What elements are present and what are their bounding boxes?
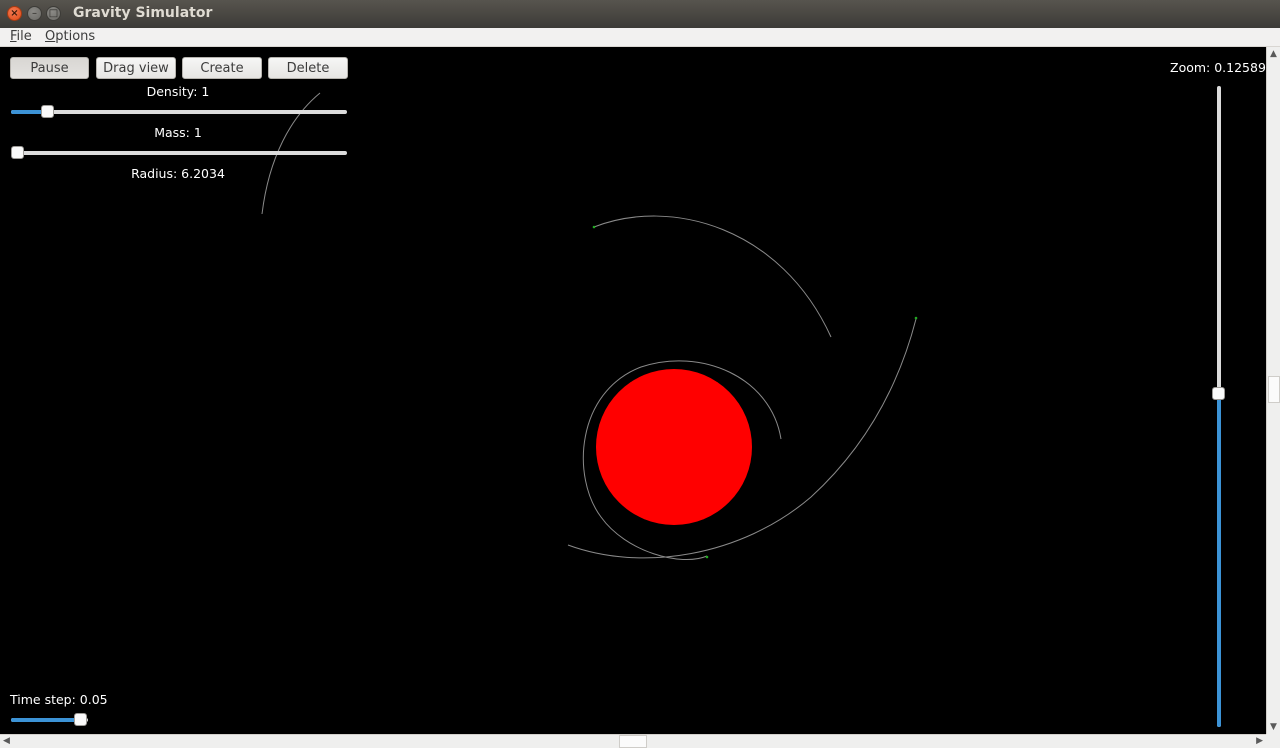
density-slider-track xyxy=(11,110,347,114)
menu-options[interactable]: Options xyxy=(45,29,95,44)
close-window-button[interactable]: × xyxy=(7,6,22,21)
satellite-body[interactable] xyxy=(592,225,596,229)
minimize-window-button[interactable]: – xyxy=(27,6,42,21)
time-step-slider[interactable] xyxy=(11,713,88,727)
density-slider[interactable] xyxy=(11,105,347,119)
window-title: Gravity Simulator xyxy=(73,5,213,21)
density-label: Density: 1 xyxy=(146,84,210,99)
up-arrow-icon[interactable]: ▲ xyxy=(1270,49,1277,59)
maximize-window-button[interactable]: □ xyxy=(46,6,61,21)
orbit-trail-upper-arc xyxy=(593,215,832,338)
menu-options-label: ptions xyxy=(55,29,96,44)
scroll-corner xyxy=(1266,734,1280,748)
time-step-label: Time step: 0.05 xyxy=(10,692,108,707)
satellite-body[interactable] xyxy=(914,316,918,320)
zoom-slider-fill xyxy=(1217,393,1221,727)
mass-slider-handle[interactable] xyxy=(11,146,24,159)
mass-slider[interactable] xyxy=(11,146,347,160)
mass-label: Mass: 1 xyxy=(154,125,202,140)
simulation-canvas[interactable]: Pause Drag view Create Delete Density: 1… xyxy=(1,47,1274,733)
horizontal-scroll-thumb[interactable] xyxy=(619,735,647,748)
satellite-body[interactable] xyxy=(705,555,709,559)
horizontal-scrollbar[interactable]: ◀ ▶ xyxy=(0,734,1266,748)
left-arrow-icon[interactable]: ◀ xyxy=(3,736,10,746)
menu-file[interactable]: File xyxy=(10,29,32,44)
zoom-slider-handle[interactable] xyxy=(1212,386,1225,400)
density-slider-handle[interactable] xyxy=(40,105,54,118)
menu-file-label: ile xyxy=(16,29,32,44)
delete-button[interactable]: Delete xyxy=(268,57,348,79)
pause-button[interactable]: Pause xyxy=(10,57,89,79)
right-arrow-icon[interactable]: ▶ xyxy=(1256,736,1263,746)
menu-bar: File Options xyxy=(0,28,1280,47)
zoom-label: Zoom: 0.125893 xyxy=(1170,60,1274,75)
vertical-scroll-thumb[interactable] xyxy=(1268,376,1280,403)
down-arrow-icon[interactable]: ▼ xyxy=(1270,722,1277,732)
mass-slider-track xyxy=(11,151,347,155)
planet-body[interactable] xyxy=(596,369,752,525)
create-button[interactable]: Create xyxy=(182,57,262,79)
vertical-scrollbar[interactable]: ▲ ▼ xyxy=(1266,47,1280,734)
drag-view-button[interactable]: Drag view xyxy=(96,57,176,79)
radius-label: Radius: 6.2034 xyxy=(131,166,225,181)
window-titlebar: × – □ Gravity Simulator xyxy=(0,0,1280,28)
menu-options-mnemonic: O xyxy=(45,29,56,44)
zoom-slider[interactable] xyxy=(1212,86,1226,727)
time-step-slider-fill xyxy=(11,718,81,722)
time-step-slider-handle[interactable] xyxy=(74,713,87,726)
